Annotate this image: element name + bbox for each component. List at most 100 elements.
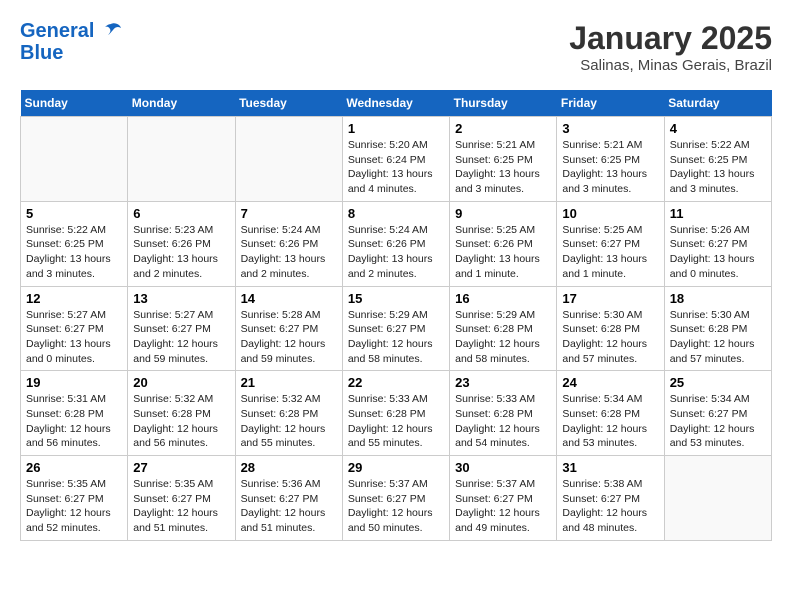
- day-number: 3: [562, 121, 658, 136]
- calendar-cell: 25 Sunrise: 5:34 AMSunset: 6:27 PMDayligh…: [664, 371, 771, 456]
- day-info: Sunrise: 5:32 AMSunset: 6:28 PMDaylight:…: [133, 392, 229, 451]
- calendar-cell: 5 Sunrise: 5:22 AMSunset: 6:25 PMDaylight…: [21, 201, 128, 286]
- calendar-cell: 18 Sunrise: 5:30 AMSunset: 6:28 PMDayligh…: [664, 286, 771, 371]
- day-info: Sunrise: 5:29 AMSunset: 6:27 PMDaylight:…: [348, 308, 444, 367]
- calendar-cell: 11 Sunrise: 5:26 AMSunset: 6:27 PMDayligh…: [664, 201, 771, 286]
- day-number: 10: [562, 206, 658, 221]
- col-header-sunday: Sunday: [21, 90, 128, 117]
- day-info: Sunrise: 5:34 AMSunset: 6:27 PMDaylight:…: [670, 392, 766, 451]
- day-number: 24: [562, 375, 658, 390]
- day-number: 6: [133, 206, 229, 221]
- day-number: 9: [455, 206, 551, 221]
- day-info: Sunrise: 5:22 AMSunset: 6:25 PMDaylight:…: [26, 223, 122, 282]
- calendar-cell: 27 Sunrise: 5:35 AMSunset: 6:27 PMDayligh…: [128, 456, 235, 541]
- calendar-body: 1 Sunrise: 5:20 AMSunset: 6:24 PMDaylight…: [21, 117, 772, 541]
- calendar-cell: 10Sunrise: 5:25 AMSunset: 6:27 PMDayligh…: [557, 201, 664, 286]
- day-number: 13: [133, 291, 229, 306]
- calendar-cell: [21, 117, 128, 202]
- day-number: 1: [348, 121, 444, 136]
- calendar-cell: [128, 117, 235, 202]
- day-info: Sunrise: 5:37 AMSunset: 6:27 PMDaylight:…: [455, 477, 551, 536]
- calendar-cell: 30 Sunrise: 5:37 AMSunset: 6:27 PMDayligh…: [450, 456, 557, 541]
- day-number: 26: [26, 460, 122, 475]
- logo: General Blue: [20, 20, 122, 64]
- day-info: Sunrise: 5:33 AMSunset: 6:28 PMDaylight:…: [348, 392, 444, 451]
- calendar-cell: 14 Sunrise: 5:28 AMSunset: 6:27 PMDayligh…: [235, 286, 342, 371]
- calendar-cell: 8 Sunrise: 5:24 AMSunset: 6:26 PMDaylight…: [342, 201, 449, 286]
- calendar-cell: 9 Sunrise: 5:25 AMSunset: 6:26 PMDaylight…: [450, 201, 557, 286]
- calendar-cell: 7 Sunrise: 5:24 AMSunset: 6:26 PMDaylight…: [235, 201, 342, 286]
- day-info: Sunrise: 5:24 AMSunset: 6:26 PMDaylight:…: [241, 223, 337, 282]
- day-number: 21: [241, 375, 337, 390]
- day-number: 18: [670, 291, 766, 306]
- day-number: 14: [241, 291, 337, 306]
- logo-general: General: [20, 20, 94, 42]
- page-header: General Blue January 2025 Salinas, Minas…: [20, 20, 772, 74]
- day-number: 17: [562, 291, 658, 306]
- calendar-cell: 26 Sunrise: 5:35 AMSunset: 6:27 PMDayligh…: [21, 456, 128, 541]
- day-info: Sunrise: 5:35 AMSunset: 6:27 PMDaylight:…: [133, 477, 229, 536]
- day-info: Sunrise: 5:37 AMSunset: 6:27 PMDaylight:…: [348, 477, 444, 536]
- day-info: Sunrise: 5:32 AMSunset: 6:28 PMDaylight:…: [241, 392, 337, 451]
- day-info: Sunrise: 5:27 AMSunset: 6:27 PMDaylight:…: [133, 308, 229, 367]
- col-header-wednesday: Wednesday: [342, 90, 449, 117]
- day-info: Sunrise: 5:22 AMSunset: 6:25 PMDaylight:…: [670, 138, 766, 197]
- calendar-cell: 2Sunrise: 5:21 AMSunset: 6:25 PMDaylight…: [450, 117, 557, 202]
- day-info: Sunrise: 5:24 AMSunset: 6:26 PMDaylight:…: [348, 223, 444, 282]
- day-info: Sunrise: 5:31 AMSunset: 6:28 PMDaylight:…: [26, 392, 122, 451]
- day-number: 11: [670, 206, 766, 221]
- day-number: 27: [133, 460, 229, 475]
- calendar-cell: 15 Sunrise: 5:29 AMSunset: 6:27 PMDayligh…: [342, 286, 449, 371]
- calendar-cell: 22 Sunrise: 5:33 AMSunset: 6:28 PMDayligh…: [342, 371, 449, 456]
- day-info: Sunrise: 5:25 AMSunset: 6:26 PMDaylight:…: [455, 223, 551, 282]
- col-header-saturday: Saturday: [664, 90, 771, 117]
- day-number: 16: [455, 291, 551, 306]
- logo-bird-icon: [100, 22, 122, 42]
- col-header-friday: Friday: [557, 90, 664, 117]
- day-number: 2: [455, 121, 551, 136]
- calendar-cell: 24 Sunrise: 5:34 AMSunset: 6:28 PMDayligh…: [557, 371, 664, 456]
- calendar-cell: 16 Sunrise: 5:29 AMSunset: 6:28 PMDayligh…: [450, 286, 557, 371]
- calendar-cell: 21 Sunrise: 5:32 AMSunset: 6:28 PMDayligh…: [235, 371, 342, 456]
- calendar-week-2: 5 Sunrise: 5:22 AMSunset: 6:25 PMDaylight…: [21, 201, 772, 286]
- calendar-cell: 1 Sunrise: 5:20 AMSunset: 6:24 PMDaylight…: [342, 117, 449, 202]
- location: Salinas, Minas Gerais, Brazil: [569, 57, 772, 74]
- col-header-thursday: Thursday: [450, 90, 557, 117]
- calendar-week-1: 1 Sunrise: 5:20 AMSunset: 6:24 PMDaylight…: [21, 117, 772, 202]
- day-info: Sunrise: 5:30 AMSunset: 6:28 PMDaylight:…: [670, 308, 766, 367]
- calendar-cell: 31 Sunrise: 5:38 AMSunset: 6:27 PMDayligh…: [557, 456, 664, 541]
- calendar-cell: 4 Sunrise: 5:22 AMSunset: 6:25 PMDaylight…: [664, 117, 771, 202]
- day-info: Sunrise: 5:35 AMSunset: 6:27 PMDaylight:…: [26, 477, 122, 536]
- day-info: Sunrise: 5:34 AMSunset: 6:28 PMDaylight:…: [562, 392, 658, 451]
- day-info: Sunrise: 5:26 AMSunset: 6:27 PMDaylight:…: [670, 223, 766, 282]
- day-info: Sunrise: 5:30 AMSunset: 6:28 PMDaylight:…: [562, 308, 658, 367]
- day-info: Sunrise: 5:21 AMSunset: 6:25 PMDaylight:…: [562, 138, 658, 197]
- day-number: 22: [348, 375, 444, 390]
- day-number: 30: [455, 460, 551, 475]
- day-number: 8: [348, 206, 444, 221]
- day-info: Sunrise: 5:28 AMSunset: 6:27 PMDaylight:…: [241, 308, 337, 367]
- month-title: January 2025: [569, 20, 772, 57]
- day-number: 5: [26, 206, 122, 221]
- day-info: Sunrise: 5:27 AMSunset: 6:27 PMDaylight:…: [26, 308, 122, 367]
- day-number: 29: [348, 460, 444, 475]
- calendar-cell: 23Sunrise: 5:33 AMSunset: 6:28 PMDayligh…: [450, 371, 557, 456]
- day-info: Sunrise: 5:20 AMSunset: 6:24 PMDaylight:…: [348, 138, 444, 197]
- day-number: 28: [241, 460, 337, 475]
- calendar-cell: 3 Sunrise: 5:21 AMSunset: 6:25 PMDaylight…: [557, 117, 664, 202]
- calendar-cell: 17 Sunrise: 5:30 AMSunset: 6:28 PMDayligh…: [557, 286, 664, 371]
- day-info: Sunrise: 5:29 AMSunset: 6:28 PMDaylight:…: [455, 308, 551, 367]
- calendar-week-5: 26 Sunrise: 5:35 AMSunset: 6:27 PMDayligh…: [21, 456, 772, 541]
- day-number: 31: [562, 460, 658, 475]
- calendar-cell: 28Sunrise: 5:36 AMSunset: 6:27 PMDayligh…: [235, 456, 342, 541]
- calendar-week-4: 19 Sunrise: 5:31 AMSunset: 6:28 PMDayligh…: [21, 371, 772, 456]
- day-number: 25: [670, 375, 766, 390]
- calendar-cell: [235, 117, 342, 202]
- day-number: 4: [670, 121, 766, 136]
- day-info: Sunrise: 5:38 AMSunset: 6:27 PMDaylight:…: [562, 477, 658, 536]
- title-block: January 2025 Salinas, Minas Gerais, Braz…: [569, 20, 772, 74]
- day-number: 7: [241, 206, 337, 221]
- col-header-tuesday: Tuesday: [235, 90, 342, 117]
- day-number: 19: [26, 375, 122, 390]
- day-number: 15: [348, 291, 444, 306]
